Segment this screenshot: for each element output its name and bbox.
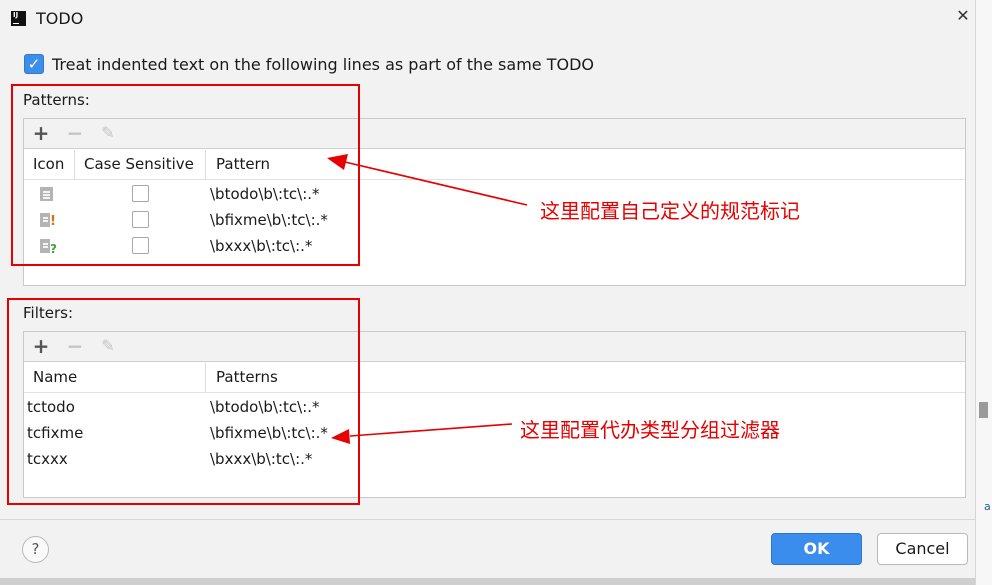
filters-annotation-arrow [331, 423, 513, 444]
filters-annotation-text: 这里配置代办类型分组过滤器 [520, 418, 780, 442]
patterns-annotation-text: 这里配置自己定义的规范标记 [540, 199, 800, 223]
annotation-arrows [327, 154, 528, 444]
patterns-annotation-arrow [327, 154, 528, 206]
help-button[interactable]: ? [22, 536, 49, 563]
footer-divider [0, 519, 975, 520]
cancel-button[interactable]: Cancel [877, 533, 968, 565]
ok-button[interactable]: OK [771, 533, 862, 565]
